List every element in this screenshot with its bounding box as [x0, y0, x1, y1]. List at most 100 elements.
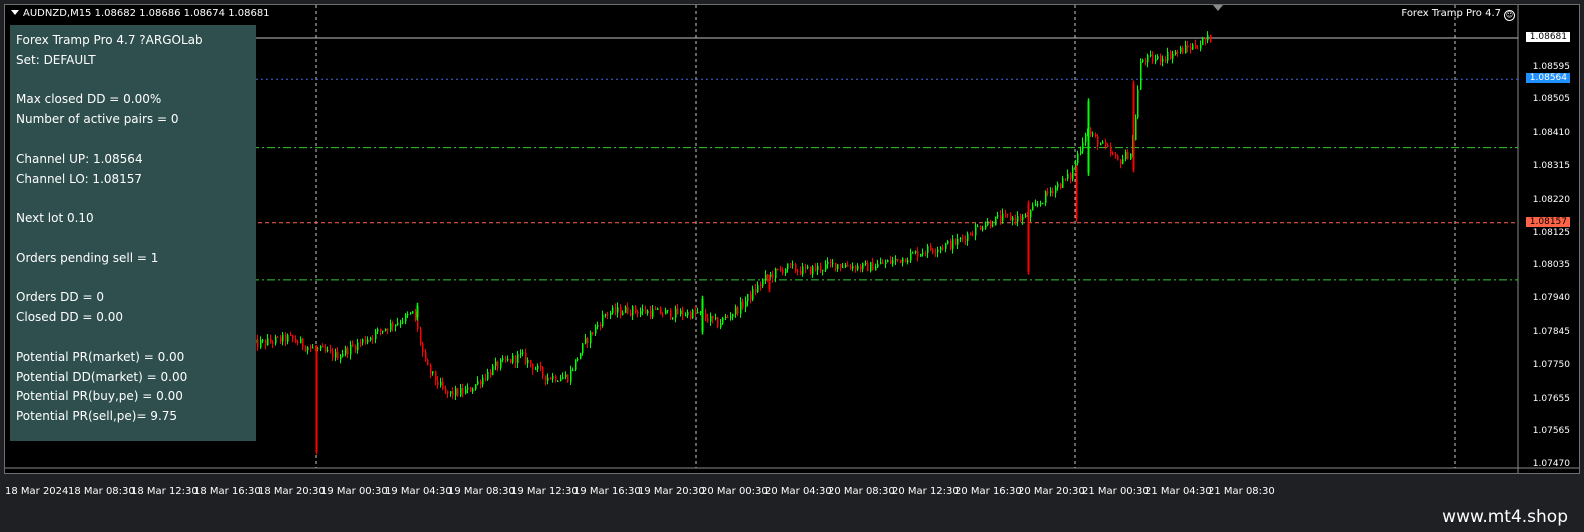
candle-body: [497, 361, 499, 369]
candle-body: [500, 360, 502, 369]
time-axis-label: 20 Mar 12:30: [892, 486, 959, 497]
candle-body: [1070, 173, 1072, 179]
candle-body: [662, 314, 664, 316]
candle-body: [1107, 145, 1109, 148]
info-line: Max closed DD = 0.00%: [16, 92, 162, 107]
candle-body: [325, 347, 327, 351]
candle-body: [835, 262, 837, 270]
candle-body: [977, 226, 979, 228]
candle-body: [867, 263, 869, 272]
candle-body: [416, 305, 419, 318]
candle-body: [1027, 203, 1030, 272]
candle-body: [827, 261, 829, 265]
candle-body: [1125, 151, 1127, 160]
price-axis-label: 1.07940: [1532, 293, 1570, 304]
candle-body: [1202, 38, 1204, 46]
candle-body: [710, 315, 712, 322]
candle-body: [532, 364, 534, 370]
candle-body: [745, 301, 747, 308]
candle-body: [382, 330, 384, 332]
candle-body: [632, 306, 634, 316]
candle-body: [610, 312, 612, 315]
candle-body: [775, 268, 777, 279]
candle-body: [585, 338, 587, 344]
candle-body: [417, 320, 419, 329]
candle-body: [625, 306, 627, 313]
candle-body: [1030, 210, 1032, 217]
candle-body: [922, 253, 924, 255]
watermark: www.mt4.shop: [1442, 507, 1568, 527]
candle-body: [647, 310, 649, 314]
candle-body: [800, 271, 802, 275]
candle-body: [755, 288, 757, 293]
candle-body: [485, 377, 487, 380]
candle-body: [737, 307, 739, 314]
candle-body: [932, 249, 934, 252]
candle-body: [1102, 141, 1104, 144]
current-price-tag: 1.08681: [1525, 32, 1570, 42]
candle-body: [395, 324, 397, 327]
candle-body: [1080, 151, 1082, 154]
candle-body: [852, 266, 854, 269]
ea-name-text: Forex Tramp Pro 4.7: [1401, 8, 1501, 19]
candle-body: [777, 268, 779, 270]
candle-body: [300, 338, 302, 344]
candle-body: [1042, 202, 1044, 204]
candle-body: [502, 358, 504, 361]
candle-body: [900, 259, 902, 263]
candle-body: [305, 346, 307, 351]
candle-body: [617, 307, 619, 313]
candle-body: [722, 318, 724, 324]
candle-body: [687, 312, 689, 316]
candle-body: [435, 371, 437, 381]
candle-body: [375, 331, 377, 339]
time-axis-label: 20 Mar 08:30: [828, 486, 895, 497]
candle-body: [452, 391, 454, 396]
expert-advisor-label[interactable]: Forex Tramp Pro 4.7 ☺: [1401, 8, 1515, 21]
candle-body: [527, 359, 529, 364]
candle-body: [277, 336, 279, 338]
candle-body: [270, 338, 272, 342]
candle-body: [1037, 204, 1039, 206]
candle-body: [437, 380, 439, 386]
candle-body: [357, 342, 359, 351]
candle-body: [807, 266, 809, 269]
candle-body: [1092, 133, 1094, 135]
chart-window[interactable]: AUDNZD,M15 1.08682 1.08686 1.08674 1.086…: [4, 4, 1580, 474]
candle-body: [960, 238, 962, 240]
candle-body: [512, 355, 514, 363]
candle-body: [587, 338, 589, 344]
time-axis-label: 20 Mar 20:30: [1018, 486, 1085, 497]
price-axis-label: 1.08220: [1532, 194, 1570, 205]
candle-body: [1150, 55, 1152, 57]
candle-body: [1112, 153, 1114, 155]
candle-body: [590, 332, 592, 344]
candle-body: [1050, 190, 1052, 194]
candle-body: [677, 308, 679, 315]
candle-body: [882, 262, 884, 264]
candle-body: [765, 274, 767, 281]
candle-body: [987, 221, 989, 226]
candle-body: [660, 308, 662, 315]
candle-body: [995, 216, 997, 226]
info-line: Orders pending sell = 1: [16, 250, 159, 265]
candle-body: [957, 238, 959, 245]
candle-body: [1022, 216, 1024, 220]
candle-body: [942, 247, 944, 249]
time-axis-label: 18 Mar 20:30: [258, 486, 325, 497]
candle-body: [572, 369, 574, 371]
candle-body: [385, 328, 387, 331]
candle-body: [637, 311, 639, 314]
candle-body: [757, 285, 759, 293]
price-axis-label: 1.08035: [1532, 259, 1570, 270]
candle-body: [267, 338, 269, 346]
candle-body: [735, 307, 737, 315]
candle-body: [397, 322, 399, 325]
time-axis-label: 19 Mar 12:30: [511, 486, 578, 497]
candle-body: [707, 318, 709, 322]
candle-body: [257, 339, 259, 348]
collapse-triangle-icon[interactable]: [11, 10, 19, 15]
candle-body: [1082, 142, 1084, 152]
